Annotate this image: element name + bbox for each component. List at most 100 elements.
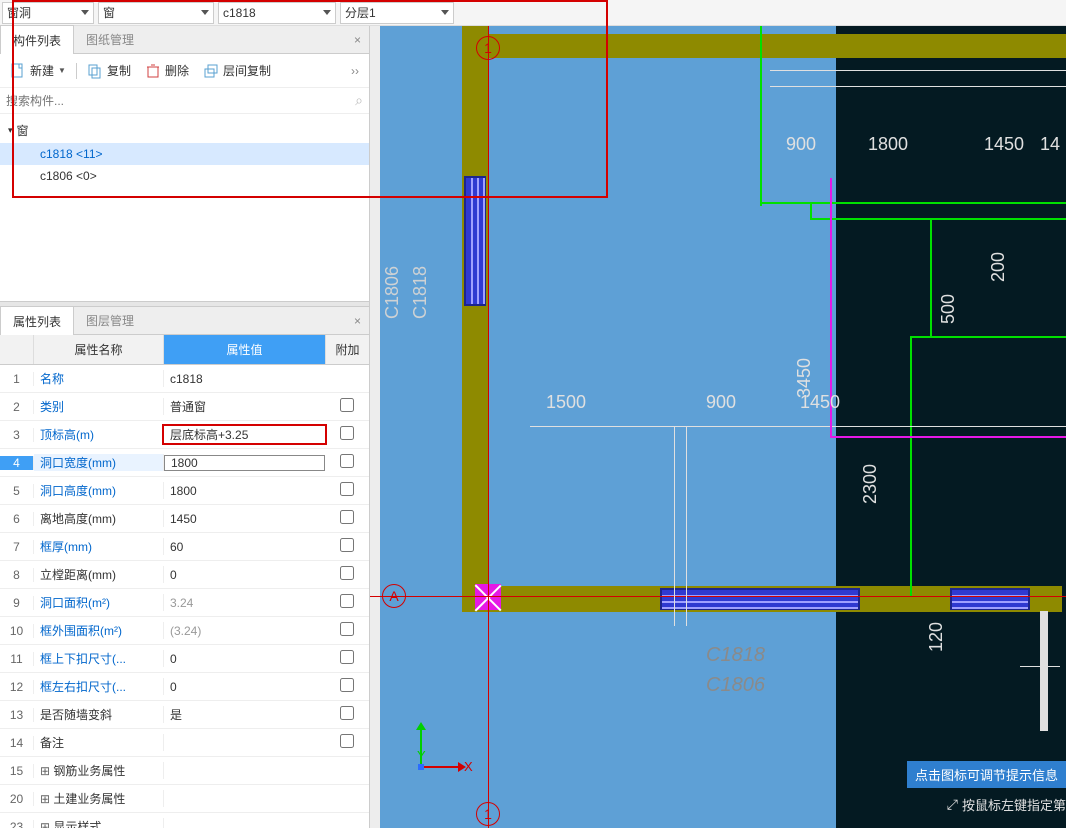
property-name: 框左右扣尺寸(... — [34, 678, 164, 695]
search-icon[interactable]: ⌕ — [355, 92, 363, 109]
expand-icon[interactable] — [947, 796, 958, 813]
dim-label: 1800 — [868, 134, 908, 155]
property-row[interactable]: 4洞口宽度(mm)1800 — [0, 449, 369, 477]
layer-dropdown[interactable]: 分层1 — [340, 2, 454, 24]
col-name: 属性名称 — [34, 335, 164, 364]
property-value[interactable]: 0 — [164, 652, 325, 666]
tab-component-list[interactable]: 构件列表 — [0, 25, 74, 55]
close-icon[interactable]: × — [346, 314, 369, 328]
property-row[interactable]: 14备注 — [0, 729, 369, 757]
expand-icon[interactable]: ⊞ — [40, 792, 53, 806]
tab-property-list[interactable]: 属性列表 — [0, 306, 74, 336]
dim-label: 2300 — [860, 464, 881, 504]
extra-checkbox[interactable] — [340, 594, 354, 608]
property-value[interactable]: 1800 — [164, 455, 325, 471]
property-row[interactable]: 9洞口面积(m²)3.24 — [0, 589, 369, 617]
type-dropdown[interactable]: 窗 — [98, 2, 214, 24]
property-value[interactable]: 3.24 — [164, 596, 325, 610]
layer-copy-icon — [203, 63, 219, 79]
layer-copy-button[interactable]: 层间复制 — [199, 60, 275, 81]
tree-node-window[interactable]: ▾ 窗 — [0, 118, 369, 143]
property-row[interactable]: 8立樘距离(mm)0 — [0, 561, 369, 589]
dim-label: 3450 — [794, 358, 815, 398]
drawing-canvas[interactable]: 1 1 A C1806 C1818 1500 900 1450 900 1800… — [370, 26, 1066, 828]
canvas-label-c1818: C1818 — [706, 644, 765, 667]
label-c1806: C1806 — [382, 266, 403, 319]
col-extra: 附加 — [325, 335, 369, 364]
left-sidebar: 构件列表 图纸管理 × 新建 ▼ 复制 删除 层间复制 ›› — [0, 26, 370, 828]
property-value[interactable]: c1818 — [164, 372, 325, 386]
search-row: ⌕ — [0, 88, 369, 114]
property-row[interactable]: 2类别普通窗 — [0, 393, 369, 421]
property-value[interactable]: 是 — [164, 706, 325, 723]
property-value[interactable]: 1450 — [164, 512, 325, 526]
property-name: ⊞ 钢筋业务属性 — [34, 762, 164, 779]
extra-checkbox[interactable] — [340, 622, 354, 636]
property-name: 离地高度(mm) — [34, 510, 164, 527]
property-row[interactable]: 1名称c1818 — [0, 365, 369, 393]
extra-checkbox[interactable] — [340, 538, 354, 552]
search-input[interactable] — [6, 94, 355, 108]
window-block — [464, 176, 486, 306]
new-icon — [10, 63, 26, 79]
tree-leaf-c1806[interactable]: c1806 <0> — [0, 165, 369, 187]
property-value[interactable]: 1800 — [164, 484, 325, 498]
property-row[interactable]: 6离地高度(mm)1450 — [0, 505, 369, 533]
property-row[interactable]: 12框左右扣尺寸(...0 — [0, 673, 369, 701]
tab-drawing-manage[interactable]: 图纸管理 — [74, 25, 146, 54]
extra-checkbox[interactable] — [340, 482, 354, 496]
extra-checkbox[interactable] — [340, 426, 354, 440]
axis-line-horizontal — [370, 596, 1066, 597]
property-row[interactable]: 13是否随墙变斜是 — [0, 701, 369, 729]
canvas-label-c1806: C1806 — [706, 674, 765, 697]
close-icon[interactable]: × — [346, 33, 369, 47]
property-value[interactable]: 60 — [164, 540, 325, 554]
copy-button[interactable]: 复制 — [83, 60, 135, 81]
extra-checkbox[interactable] — [340, 650, 354, 664]
collapse-icon: ▾ — [8, 125, 13, 136]
more-icon[interactable]: ›› — [347, 62, 363, 80]
delete-button[interactable]: 删除 — [141, 60, 193, 81]
property-row[interactable]: 3顶标高(m)层底标高+3.25 — [0, 421, 369, 449]
property-name: 是否随墙变斜 — [34, 706, 164, 723]
extra-checkbox[interactable] — [340, 398, 354, 412]
property-value[interactable]: 0 — [164, 680, 325, 694]
property-panel-tabs: 属性列表 图层管理 × — [0, 307, 369, 335]
hint-tooltip[interactable]: 点击图标可调节提示信息 — [907, 761, 1066, 788]
extra-checkbox[interactable] — [340, 734, 354, 748]
property-row[interactable]: 5洞口高度(mm)1800 — [0, 477, 369, 505]
expand-icon[interactable]: ⊞ — [40, 820, 53, 828]
wall-segment — [462, 34, 942, 58]
tree-leaf-c1818[interactable]: c1818 <11> — [0, 143, 369, 165]
property-value[interactable]: 层底标高+3.25 — [164, 426, 325, 443]
layer-dropdown-label: 分层1 — [345, 4, 376, 21]
property-value[interactable]: (3.24) — [164, 624, 325, 638]
property-row[interactable]: 10框外围面积(m²)(3.24) — [0, 617, 369, 645]
expand-icon[interactable]: ⊞ — [40, 764, 53, 778]
dim-label: 200 — [988, 252, 1009, 282]
property-row[interactable]: 23⊞ 显示样式 — [0, 813, 369, 828]
property-name: 洞口面积(m²) — [34, 594, 164, 611]
chevron-down-icon — [81, 10, 89, 15]
property-row[interactable]: 15⊞ 钢筋业务属性 — [0, 757, 369, 785]
new-button[interactable]: 新建 ▼ — [6, 60, 70, 81]
wall-segment — [462, 26, 488, 586]
dim-label: 1450 — [984, 134, 1024, 155]
extra-checkbox[interactable] — [340, 454, 354, 468]
extra-checkbox[interactable] — [340, 678, 354, 692]
property-value[interactable]: 0 — [164, 568, 325, 582]
property-row[interactable]: 11框上下扣尺寸(...0 — [0, 645, 369, 673]
dim-label: 900 — [786, 134, 816, 155]
property-value[interactable]: 普通窗 — [164, 398, 325, 415]
item-dropdown[interactable]: c1818 — [218, 2, 336, 24]
tab-layer-manage[interactable]: 图层管理 — [74, 306, 146, 335]
chevron-down-icon — [323, 10, 331, 15]
property-row[interactable]: 20⊞ 土建业务属性 — [0, 785, 369, 813]
property-name: 备注 — [34, 734, 164, 751]
category-dropdown[interactable]: 窗洞 — [2, 2, 94, 24]
property-row[interactable]: 7框厚(mm)60 — [0, 533, 369, 561]
extra-checkbox[interactable] — [340, 706, 354, 720]
extra-checkbox[interactable] — [340, 510, 354, 524]
extra-checkbox[interactable] — [340, 566, 354, 580]
trash-icon — [145, 63, 161, 79]
